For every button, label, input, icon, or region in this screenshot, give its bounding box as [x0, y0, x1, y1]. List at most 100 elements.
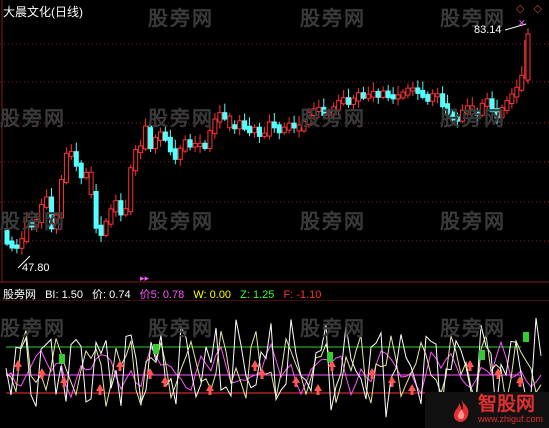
candle-body	[514, 86, 520, 98]
candle-body	[217, 112, 223, 123]
signal-up-stem	[294, 383, 298, 387]
candle-body	[143, 125, 149, 150]
candle-body	[88, 171, 94, 196]
signal-green-bar	[327, 352, 333, 362]
signal-up-stem	[16, 367, 20, 371]
signal-up-stem	[98, 391, 102, 395]
candle-body	[420, 89, 426, 98]
corner-diamond-icon[interactable]: ◇ ◇	[516, 2, 545, 15]
candle-body	[261, 132, 267, 137]
signal-up-arrow	[96, 384, 104, 391]
candle-body	[103, 220, 109, 236]
candle-body	[435, 93, 441, 98]
candle-body	[237, 120, 243, 130]
watermark: 股旁网	[148, 211, 214, 233]
watermark: 股旁网	[0, 318, 66, 340]
high-marker: ✕	[518, 18, 526, 28]
low-price-label: 47.80	[22, 262, 50, 274]
signal-up-stem	[62, 383, 66, 387]
signal-green-bar	[479, 350, 485, 360]
candle-body	[207, 130, 213, 149]
jia-value: 价: 0.74	[92, 289, 131, 301]
candle-body	[78, 162, 84, 179]
signal-up-stem	[468, 367, 472, 371]
jia5-value: 价5: 0.78	[139, 289, 185, 301]
bi-value: BI: 1.50	[45, 289, 83, 301]
signal-up-arrow	[146, 368, 154, 375]
candle-body	[380, 90, 386, 98]
candle-body	[256, 126, 262, 137]
candle-body	[525, 33, 531, 81]
signal-up-arrow	[251, 360, 259, 367]
candle-body	[405, 87, 411, 96]
signal-up-stem	[260, 375, 264, 379]
candle-body	[355, 92, 361, 102]
candle-body	[415, 87, 421, 94]
candle-body	[509, 93, 515, 105]
candle-body	[9, 240, 15, 249]
candle-body	[360, 92, 366, 99]
signal-green-bar	[523, 332, 529, 342]
candle-body	[410, 87, 416, 92]
candle-body	[385, 90, 391, 99]
candle-body	[182, 139, 188, 152]
candle-body	[252, 126, 257, 134]
signal-up-arrow	[292, 376, 300, 383]
candle-body	[162, 131, 168, 141]
candle-body	[202, 142, 208, 150]
signal-up-stem	[330, 367, 334, 371]
w-value: W: 0.00	[193, 289, 232, 301]
flame-logo-icon	[453, 399, 469, 422]
candle-body	[271, 121, 277, 129]
candle-body	[242, 120, 248, 130]
brand-badge[interactable]: 智股网 www.zhiguf.com	[425, 392, 549, 428]
candle-body	[172, 148, 178, 160]
candlestick-chart: ✕ ▸▸	[0, 0, 549, 283]
brand-name: 智股网	[477, 394, 535, 415]
signal-up-stem	[253, 367, 257, 371]
signal-up-arrow	[14, 360, 22, 367]
signal-up-stem	[316, 391, 320, 395]
candle-body	[425, 93, 431, 102]
signal-up-stem	[118, 367, 122, 371]
watermark: 股旁网	[440, 211, 506, 233]
candle-body	[63, 152, 69, 183]
candle-body	[227, 115, 233, 129]
signal-up-stem	[370, 375, 374, 379]
signal-up-arrow	[408, 384, 416, 391]
candle-body	[375, 90, 381, 98]
signal-up-stem	[390, 383, 394, 387]
candle-body	[133, 149, 139, 172]
candle-body	[187, 139, 193, 148]
candle-body	[400, 91, 406, 99]
candle-body	[83, 171, 89, 179]
candle-body	[286, 122, 292, 131]
candle-body	[247, 125, 253, 134]
chart-title: 大晨文化(日线)	[3, 5, 83, 19]
candle-body	[276, 124, 282, 134]
signal-up-stem	[518, 383, 522, 387]
candle-body	[98, 224, 104, 236]
candle-body	[291, 122, 297, 129]
candle-body	[281, 126, 287, 134]
signal-up-stem	[496, 375, 500, 379]
candle-body	[108, 208, 114, 225]
watermark: 股旁网	[148, 318, 214, 340]
indicator-header: 股旁网 BI: 1.50 价: 0.74 价5: 0.78 W: 0.00 Z:…	[3, 286, 327, 302]
candle-body	[19, 238, 25, 249]
candle-body	[123, 208, 129, 216]
signal-up-stem	[410, 391, 414, 395]
candle-body	[519, 74, 525, 91]
signal-up-arrow	[516, 376, 524, 383]
candle-body	[395, 94, 401, 100]
watermark: 股旁网	[300, 211, 366, 233]
signal-up-stem	[40, 375, 44, 379]
watermark: 股旁网	[300, 108, 366, 130]
candle-body	[197, 142, 203, 147]
signal-up-arrow	[314, 384, 322, 391]
candle-body	[222, 112, 228, 120]
signal-up-arrow	[258, 368, 266, 375]
candle-body	[430, 93, 436, 102]
f-value: F: -1.10	[283, 289, 322, 301]
signal-up-stem	[163, 383, 167, 387]
